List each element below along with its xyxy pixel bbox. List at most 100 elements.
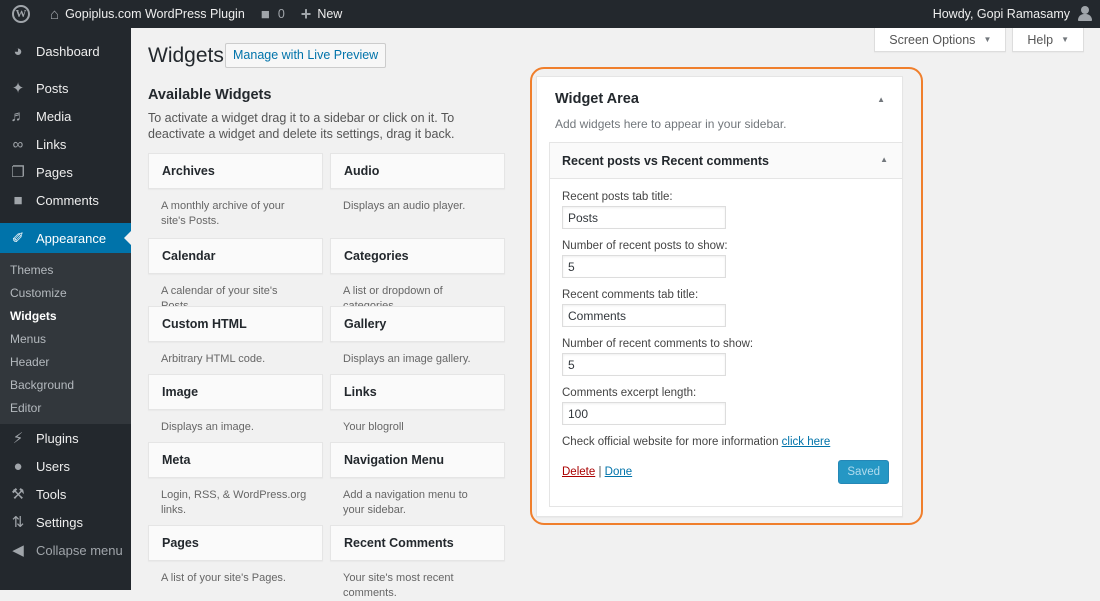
delete-link[interactable]: Delete <box>562 466 595 478</box>
collapse-menu-button[interactable]: ◀ Collapse menu <box>0 536 131 564</box>
widget-title[interactable]: Categories <box>330 238 505 274</box>
widget-description: Your blogroll <box>343 421 404 433</box>
saved-button[interactable]: Saved <box>838 460 889 484</box>
submenu-themes[interactable]: Themes <box>0 259 131 282</box>
collapse-label: Collapse menu <box>36 542 123 558</box>
widget-form: Recent posts tab title: Number of recent… <box>550 179 902 484</box>
submenu-customize[interactable]: Customize <box>0 282 131 305</box>
sidebar-item-media[interactable]: ♬ Media <box>0 102 131 130</box>
comments-count: 0 <box>277 7 285 21</box>
field-label: Number of recent comments to show: <box>562 338 754 350</box>
widget-image[interactable]: Image Displays an image. <box>148 374 323 442</box>
wordpress-logo-icon: W <box>12 5 30 23</box>
info-label: Check official website for more informat… <box>562 436 779 448</box>
posts-tab-title-input[interactable] <box>562 206 726 229</box>
field-comments-count: Number of recent comments to show: <box>562 338 890 376</box>
widget-title[interactable]: Image <box>148 374 323 410</box>
user-icon: ● <box>13 457 23 475</box>
widget-title[interactable]: Custom HTML <box>148 306 323 342</box>
sidebar-item-dashboard[interactable]: ◕ Dashboard <box>0 37 131 65</box>
submenu-menus[interactable]: Menus <box>0 328 131 351</box>
sidebar-item-posts[interactable]: ✦ Posts <box>0 74 131 102</box>
sidebar-item-label: Media <box>36 108 72 124</box>
field-posts-tab-title: Recent posts tab title: <box>562 191 890 229</box>
widget-title[interactable]: Calendar <box>148 238 323 274</box>
sidebar-item-users[interactable]: ● Users <box>0 452 131 480</box>
widget-gallery[interactable]: Gallery Displays an image gallery. <box>330 306 505 374</box>
submenu-background[interactable]: Background <box>0 374 131 397</box>
widget-calendar[interactable]: CalendarA calendar of your site's Posts. <box>148 238 323 312</box>
sidebar-item-tools[interactable]: ⚒ Tools <box>0 480 131 508</box>
site-name-link[interactable]: ⌂ Gopiplus.com WordPress Plugin <box>42 0 253 28</box>
wrench-icon: ⚒ <box>11 486 25 503</box>
sidebar-item-plugins[interactable]: ⚡ Plugins <box>0 424 131 452</box>
widget-navigation-menu[interactable]: Navigation Menu Add a navigation menu to … <box>330 442 505 525</box>
available-widgets-list: Archives A monthly archive of your site's… <box>148 153 505 599</box>
widget-title[interactable]: Links <box>330 374 505 410</box>
comments-tab-title-input[interactable] <box>562 304 726 327</box>
sidebar-item-pages[interactable]: ❐ Pages <box>0 158 131 186</box>
sidebar-item-links[interactable]: ∞ Links <box>0 130 131 158</box>
widget-title[interactable]: Recent Comments <box>330 525 505 561</box>
done-link[interactable]: Done <box>605 466 633 478</box>
widget-links[interactable]: Links Your blogroll <box>330 374 505 442</box>
widget-archives[interactable]: Archives A monthly archive of your site's… <box>148 153 323 238</box>
submenu-editor[interactable]: Editor <box>0 397 131 420</box>
widget-description: Displays an image. <box>161 421 254 433</box>
collapse-arrow-icon[interactable]: ▲ <box>877 95 885 104</box>
field-label: Number of recent posts to show: <box>562 240 728 252</box>
screen-options-button[interactable]: Screen Options ▼ <box>874 28 1007 52</box>
widget-title[interactable]: Navigation Menu <box>330 442 505 478</box>
field-label: Comments excerpt length: <box>562 387 697 399</box>
widget-description: Add a navigation menu to your sidebar. <box>343 489 468 516</box>
comment-icon: ■ <box>260 5 270 23</box>
field-label: Recent posts tab title: <box>562 191 673 203</box>
admin-bar: W ⌂ Gopiplus.com WordPress Plugin ■ 0 + … <box>0 0 1100 28</box>
sidebar-item-settings[interactable]: ⇅ Settings <box>0 508 131 536</box>
greeting: Howdy, Gopi Ramasamy <box>932 7 1070 21</box>
available-widgets-description: To activate a widget drag it to a sideba… <box>148 111 455 141</box>
excerpt-length-input[interactable] <box>562 402 726 425</box>
widget-controls: Delete | Done Saved <box>562 460 890 484</box>
comments-count-input[interactable] <box>562 353 726 376</box>
widget-custom-html[interactable]: Custom HTML Arbitrary HTML code. <box>148 306 323 374</box>
wordpress-logo-button[interactable]: W <box>0 0 42 28</box>
sidebar-item-label: Dashboard <box>36 43 100 59</box>
field-excerpt-length: Comments excerpt length: <box>562 387 890 425</box>
sidebar-item-comments[interactable]: ■ Comments <box>0 186 131 214</box>
sidebar-item-label: Settings <box>36 514 83 530</box>
widget-audio[interactable]: Audio Displays an audio player. <box>330 153 505 238</box>
collapse-arrow-icon[interactable]: ▲ <box>880 155 888 164</box>
widget-control-links: Delete | Done <box>562 466 632 478</box>
new-content-link[interactable]: + New <box>293 0 351 28</box>
my-account-link[interactable]: Howdy, Gopi Ramasamy <box>925 0 1100 28</box>
help-button[interactable]: Help ▼ <box>1012 28 1084 52</box>
sidebar-item-label: Plugins <box>36 430 79 446</box>
collapse-icon: ◀ <box>12 542 24 559</box>
comments-link[interactable]: ■ 0 <box>253 0 293 28</box>
widget-header[interactable]: Recent posts vs Recent comments ▲ <box>550 143 902 179</box>
widget-meta[interactable]: Meta Login, RSS, & WordPress.org links. <box>148 442 323 525</box>
widget-title[interactable]: Pages <box>148 525 323 561</box>
settings-icon: ⇅ <box>11 514 25 531</box>
separator: | <box>598 466 602 478</box>
posts-count-input[interactable] <box>562 255 726 278</box>
widget-recent-comments[interactable]: Recent Comments Your site's most recent c… <box>330 525 505 599</box>
widget-pages[interactable]: Pages A list of your site's Pages. <box>148 525 323 585</box>
widget-area-title[interactable]: Widget Area <box>555 91 639 107</box>
submenu-header[interactable]: Header <box>0 351 131 374</box>
widget-title[interactable]: Archives <box>148 153 323 189</box>
help-label: Help <box>1027 32 1054 47</box>
widget-title[interactable]: Meta <box>148 442 323 478</box>
admin-menu: ◕ Dashboard ✦ Posts ♬ Media ∞ Links ❐ Pa… <box>0 28 131 590</box>
widget-categories[interactable]: CategoriesA list or dropdown of categori… <box>330 238 505 312</box>
plus-icon: + <box>300 3 312 24</box>
manage-live-preview-button[interactable]: Manage with Live Preview <box>225 43 387 68</box>
submenu-widgets[interactable]: Widgets <box>0 305 131 328</box>
dashboard-icon: ◕ <box>13 42 23 60</box>
widget-title[interactable]: Gallery <box>330 306 505 342</box>
sidebar-item-appearance[interactable]: ✐ Appearance <box>0 223 131 253</box>
widget-title[interactable]: Audio <box>330 153 505 189</box>
new-label: New <box>317 7 343 21</box>
click-here-link[interactable]: click here <box>782 436 831 448</box>
